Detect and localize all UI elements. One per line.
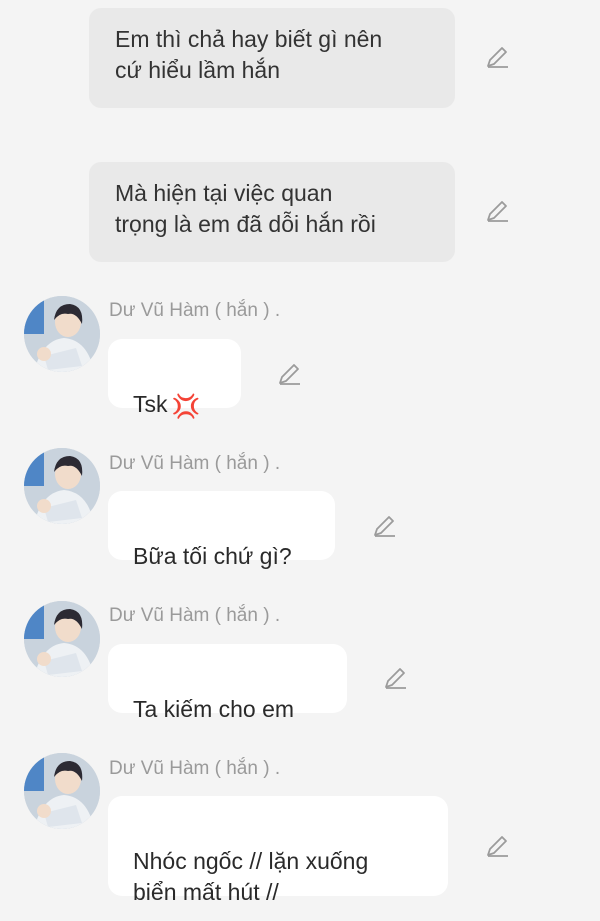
pencil-icon[interactable] [381,665,409,693]
message-bubble[interactable]: Tsk 💢 [108,339,241,419]
pencil-icon[interactable] [483,44,511,72]
message-bubble[interactable]: Nhóc ngốc // lặn xuống biển mất hút // [108,796,448,905]
sender-name: Dư Vũ Hàm ( hắn ) . [109,758,281,779]
message-bubble[interactable]: Ta kiếm cho em [108,644,347,722]
message-text: Ta kiếm cho em [133,696,295,722]
avatar[interactable] [24,448,100,524]
message-text: Tsk [133,391,168,417]
pencil-icon[interactable] [275,361,303,389]
message-bubble[interactable]: Bữa tối chứ gì? [108,491,335,569]
sender-name: Dư Vũ Hàm ( hắn ) . [109,605,281,626]
narration-bubble[interactable]: Em thì chả hay biết gì nên cứ hiểu lầm h… [89,8,455,108]
sender-name: Dư Vũ Hàm ( hắn ) . [109,300,281,321]
avatar[interactable] [24,296,100,372]
sender-name: Dư Vũ Hàm ( hắn ) . [109,453,281,474]
message-text: Bữa tối chứ gì? [133,543,292,569]
anger-emoji: 💢 [171,393,201,419]
chat-thread: Em thì chả hay biết gì nên cứ hiểu lầm h… [0,0,600,921]
narration-bubble[interactable]: Mà hiện tại việc quan trọng là em đã dỗi… [89,162,455,262]
pencil-icon[interactable] [370,513,398,541]
avatar[interactable] [24,601,100,677]
pencil-icon[interactable] [483,198,511,226]
pencil-icon[interactable] [483,833,511,861]
avatar[interactable] [24,753,100,829]
message-text: Nhóc ngốc // lặn xuống biển mất hút // [133,848,369,905]
